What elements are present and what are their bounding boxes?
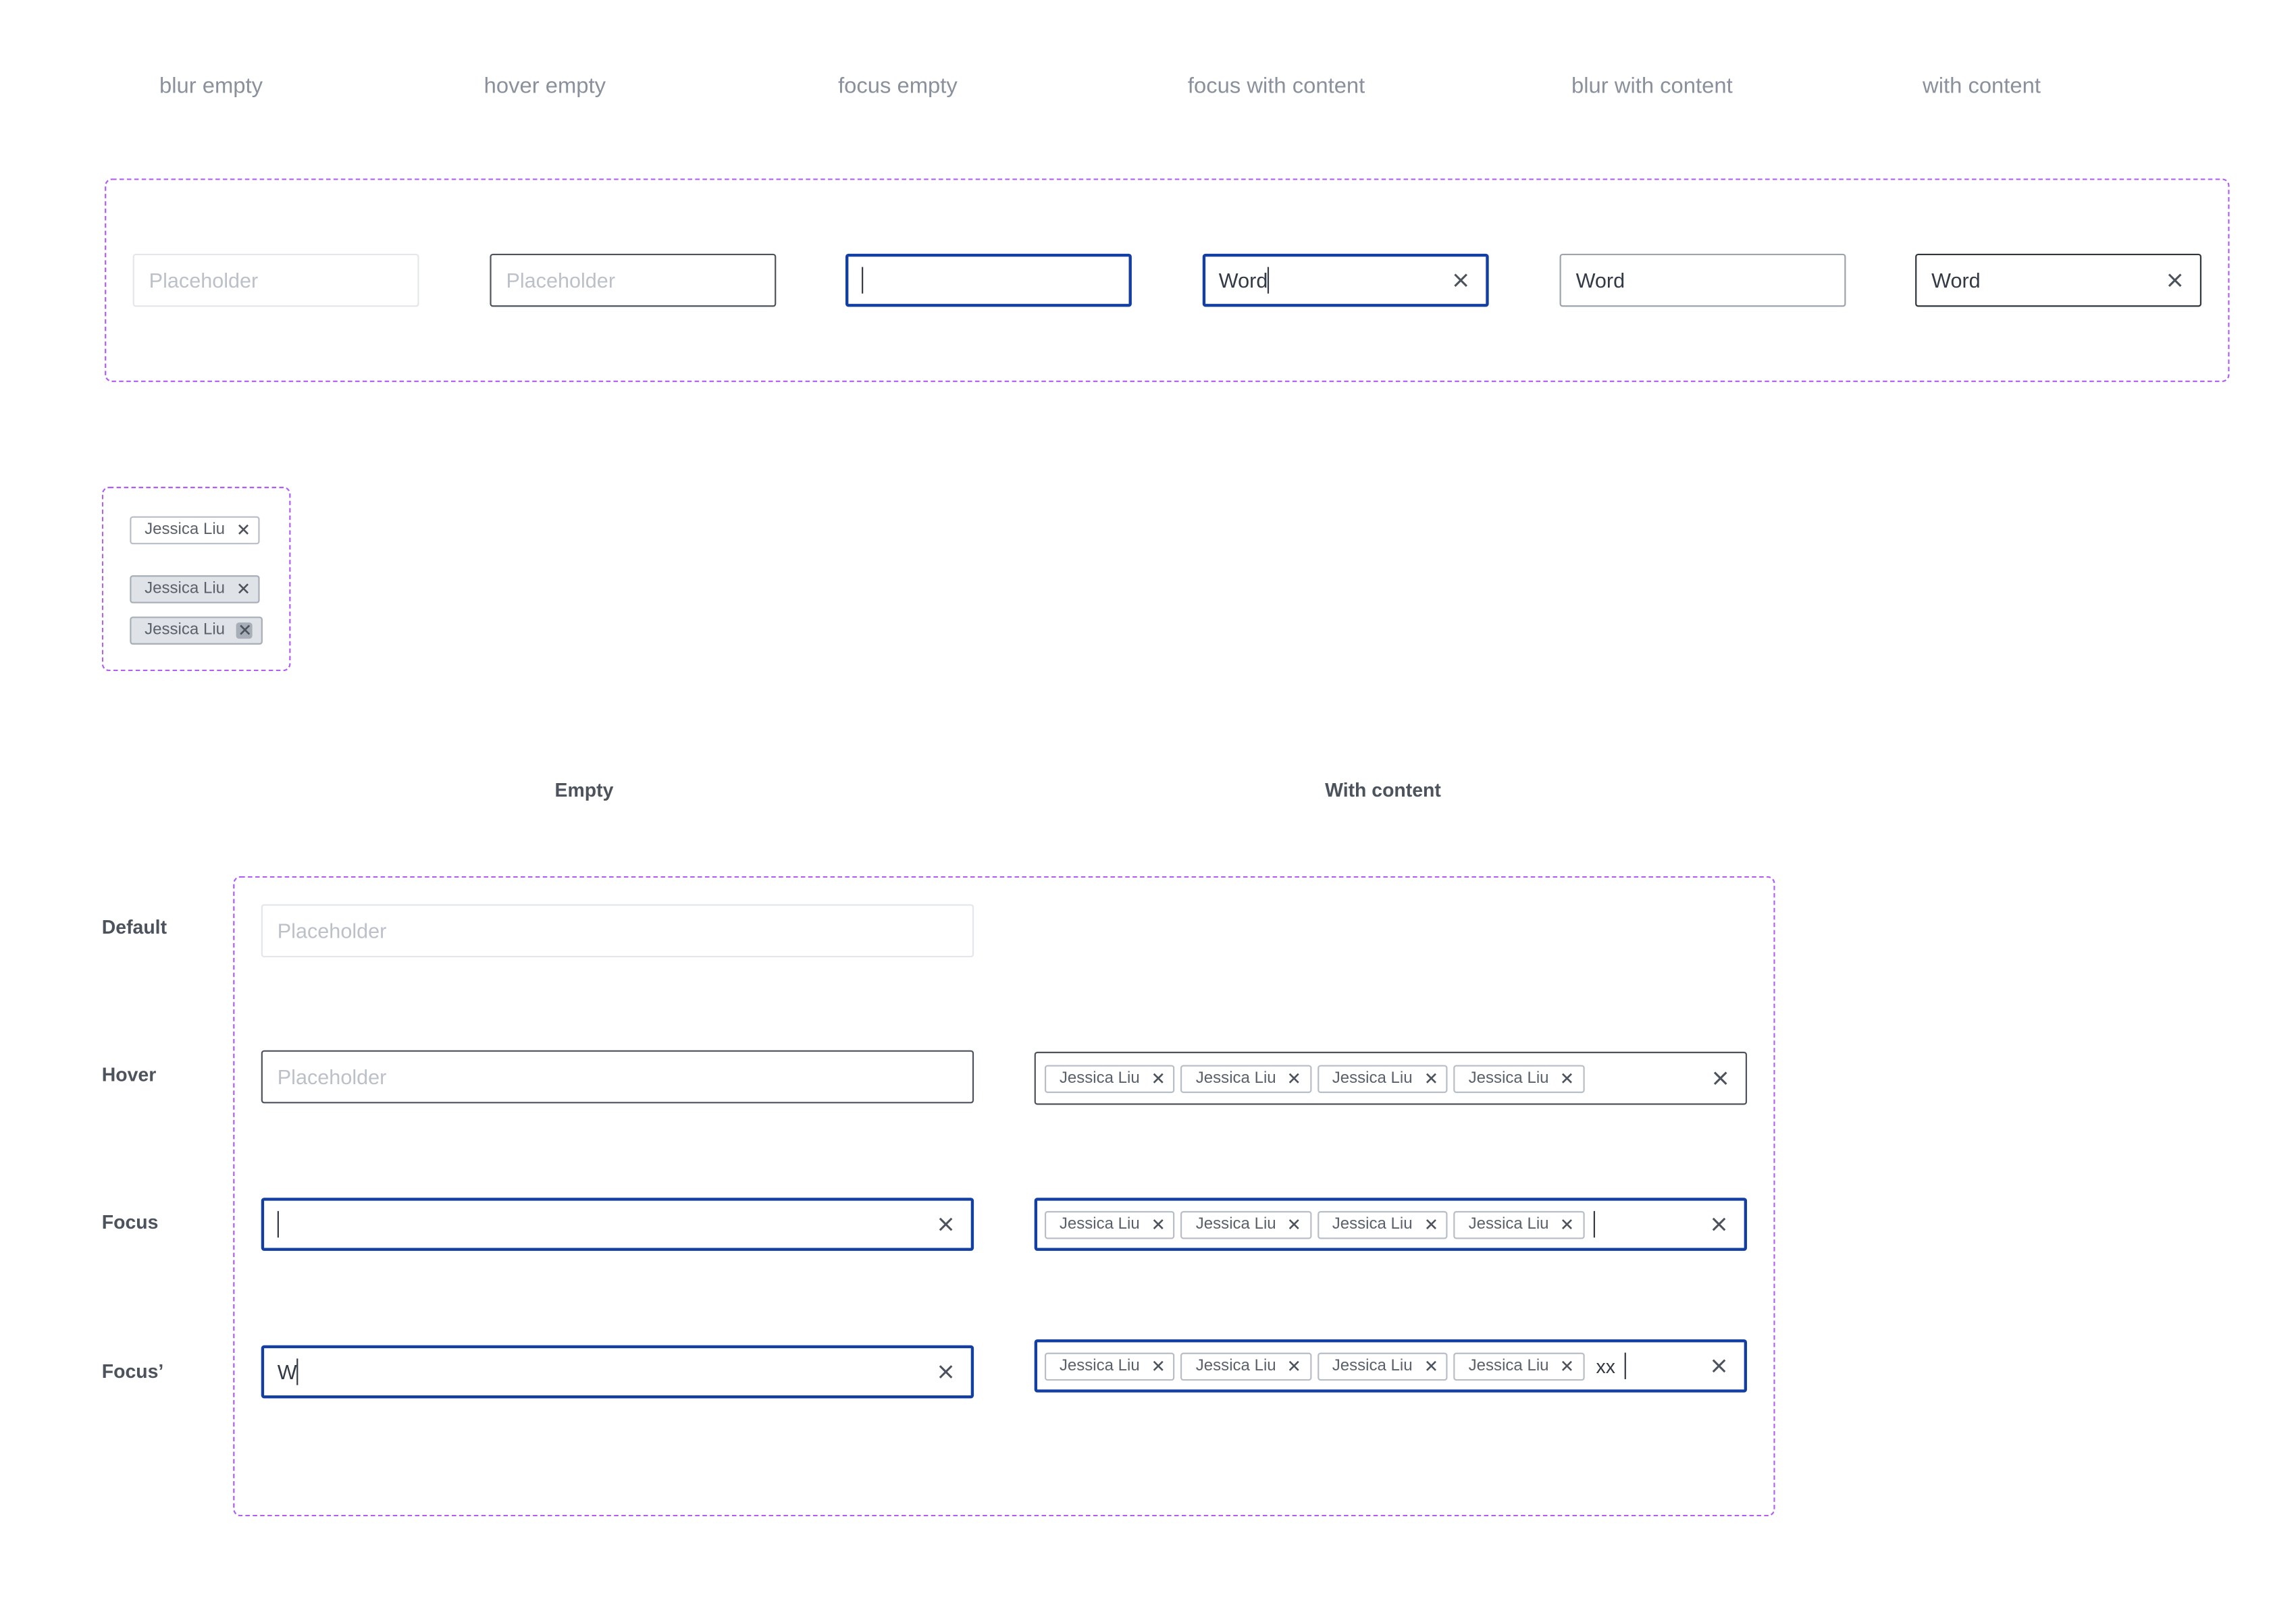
chip[interactable]: Jessica Liu <box>1317 1352 1449 1381</box>
row-label-default: Default <box>101 915 167 938</box>
chip-label: Jessica Liu <box>1332 1215 1413 1233</box>
close-icon[interactable] <box>1710 1357 1727 1374</box>
chip[interactable]: Jessica Liu <box>1180 1210 1312 1239</box>
state-label-blur-empty: blur empty <box>159 74 263 99</box>
chip-label: Jessica Liu <box>1195 1215 1276 1233</box>
chip[interactable]: Jessica Liu <box>1453 1210 1585 1239</box>
chip[interactable]: Jessica Liu <box>1044 1064 1176 1092</box>
text-input-hover-empty[interactable]: Placeholder <box>490 253 777 307</box>
close-icon[interactable] <box>1151 1218 1165 1231</box>
multi-select-default-empty[interactable]: Placeholder <box>261 904 974 958</box>
text-input-with-content[interactable]: Word <box>1915 253 2202 307</box>
column-label-with-content: With content <box>1325 778 1441 801</box>
chip-label: Jessica Liu <box>1059 1215 1140 1233</box>
close-icon[interactable] <box>1424 1218 1438 1231</box>
close-icon[interactable] <box>1424 1359 1438 1372</box>
text-input-blur-empty[interactable]: Placeholder <box>132 253 419 307</box>
close-icon[interactable] <box>1288 1359 1301 1372</box>
close-icon[interactable] <box>237 582 251 595</box>
close-icon[interactable] <box>1452 271 1469 289</box>
chip-label: Jessica Liu <box>145 620 226 639</box>
multi-select-focus-with-content[interactable]: Jessica Liu Jessica Liu Jessica Liu Jess… <box>1034 1198 1748 1251</box>
close-icon[interactable] <box>1151 1359 1165 1372</box>
chip[interactable]: Jessica Liu <box>1180 1064 1312 1092</box>
input-value: xx <box>1596 1354 1615 1377</box>
input-value: Word <box>1931 268 1981 292</box>
chip[interactable]: Jessica Liu <box>1044 1210 1176 1239</box>
state-label-with-content: with content <box>1923 74 2041 99</box>
chip-default[interactable]: Jessica Liu <box>130 515 261 544</box>
close-icon[interactable] <box>1424 1071 1438 1085</box>
close-icon[interactable] <box>937 1363 954 1381</box>
chip-label: Jessica Liu <box>1195 1069 1276 1088</box>
close-icon[interactable] <box>1710 1215 1727 1233</box>
chip[interactable]: Jessica Liu <box>1317 1064 1449 1092</box>
input-states-frame <box>105 178 2230 382</box>
state-label-blur-with-content: blur with content <box>1571 74 1733 99</box>
close-icon[interactable] <box>1151 1071 1165 1085</box>
input-value: Word <box>1218 268 1268 292</box>
chip-label: Jessica Liu <box>145 579 226 597</box>
placeholder-text: Placeholder <box>149 268 259 292</box>
close-icon[interactable] <box>236 621 253 639</box>
chip[interactable]: Jessica Liu <box>1180 1352 1312 1381</box>
placeholder-text: Placeholder <box>277 919 387 943</box>
close-icon[interactable] <box>1561 1071 1574 1085</box>
chip-label: Jessica Liu <box>1059 1357 1140 1375</box>
chip-label: Jessica Liu <box>1468 1215 1549 1233</box>
chip-remove-hover[interactable]: Jessica Liu <box>130 615 263 644</box>
placeholder-text: Placeholder <box>277 1065 387 1089</box>
input-value: W <box>277 1360 297 1384</box>
chip-hover[interactable]: Jessica Liu <box>130 574 261 603</box>
text-caret <box>1593 1210 1595 1238</box>
row-label-focus: Focus <box>101 1210 159 1233</box>
text-input-focus-with-content[interactable]: Word <box>1202 253 1489 307</box>
chip[interactable]: Jessica Liu <box>1317 1210 1449 1239</box>
close-icon[interactable] <box>1288 1218 1301 1231</box>
input-value: Word <box>1575 268 1625 292</box>
state-label-hover-empty: hover empty <box>484 74 606 99</box>
placeholder-text: Placeholder <box>506 268 616 292</box>
close-icon[interactable] <box>937 1215 954 1233</box>
text-caret <box>1268 267 1270 294</box>
state-label-focus-empty: focus empty <box>838 74 958 99</box>
chip-label: Jessica Liu <box>1059 1069 1140 1088</box>
row-label-hover: Hover <box>101 1063 157 1086</box>
text-input-focus-empty[interactable] <box>845 253 1132 307</box>
multi-select-hover-empty[interactable]: Placeholder <box>261 1050 974 1104</box>
chip-label: Jessica Liu <box>1332 1069 1413 1088</box>
close-icon[interactable] <box>1712 1069 1729 1087</box>
chip[interactable]: Jessica Liu <box>1453 1064 1585 1092</box>
chip[interactable]: Jessica Liu <box>1044 1352 1176 1381</box>
chip-label: Jessica Liu <box>1195 1357 1276 1375</box>
column-label-empty: Empty <box>554 778 614 801</box>
chip-label: Jessica Liu <box>1468 1357 1549 1375</box>
close-icon[interactable] <box>1561 1218 1574 1231</box>
close-icon[interactable] <box>1288 1071 1301 1085</box>
text-input-blur-with-content[interactable]: Word <box>1559 253 1846 307</box>
close-icon[interactable] <box>237 523 251 537</box>
text-caret <box>862 267 864 294</box>
multi-select-focus-typed-with-content[interactable]: Jessica Liu Jessica Liu Jessica Liu Jess… <box>1034 1339 1748 1393</box>
close-icon[interactable] <box>2166 271 2184 289</box>
chip-label: Jessica Liu <box>1332 1357 1413 1375</box>
text-caret <box>296 1358 298 1385</box>
chip[interactable]: Jessica Liu <box>1453 1352 1585 1381</box>
text-caret <box>277 1210 279 1238</box>
multi-select-focus-empty[interactable] <box>261 1198 974 1251</box>
row-label-focus-typed: Focus’ <box>101 1360 164 1383</box>
chip-label: Jessica Liu <box>145 520 226 539</box>
chip-label: Jessica Liu <box>1468 1069 1549 1088</box>
state-label-focus-with-content: focus with content <box>1187 74 1365 99</box>
page: blur empty hover empty focus empty focus… <box>0 0 2296 1603</box>
multi-select-hover-with-content[interactable]: Jessica Liu Jessica Liu Jessica Liu Jess… <box>1034 1051 1748 1105</box>
text-caret <box>1624 1352 1626 1379</box>
close-icon[interactable] <box>1561 1359 1574 1372</box>
multi-select-states-frame <box>233 876 1775 1517</box>
multi-select-focus-typed-empty[interactable]: W <box>261 1345 974 1399</box>
